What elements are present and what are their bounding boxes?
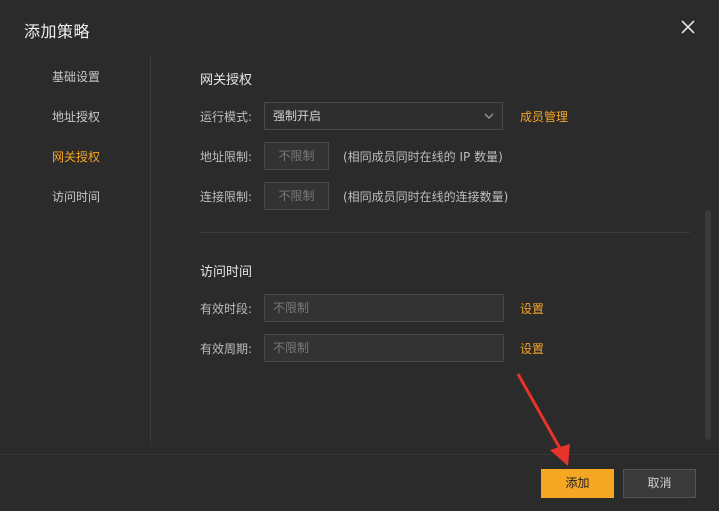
cancel-button[interactable]: 取消 [623,469,696,498]
section-divider [200,232,690,233]
add-button[interactable]: 添加 [541,469,614,498]
gateway-section-title: 网关授权 [200,73,253,88]
dialog-title: 添加策略 [24,22,91,41]
nav-item-access-time[interactable]: 访问时间 [52,188,100,205]
nav-item-address-auth[interactable]: 地址授权 [52,108,100,125]
valid-cycle-set-link[interactable]: 设置 [520,340,544,357]
add-policy-dialog: 添加策略 基础设置 地址授权 网关授权 访问时间 网关授权 运行模式: 强制开启… [0,0,719,511]
valid-cycle-input[interactable]: 不限制 [264,334,504,362]
chevron-down-icon [484,113,494,119]
run-mode-select[interactable]: 强制开启 [264,102,503,130]
valid-period-label: 有效时段: [200,302,253,316]
connection-limit-hint: (相同成员同时在线的连接数量) [343,190,509,204]
nav-item-gateway-auth[interactable]: 网关授权 [52,148,100,165]
connection-limit-input[interactable]: 不限制 [264,182,329,210]
sidebar-nav: 基础设置 地址授权 网关授权 访问时间 [0,56,151,446]
footer-divider [0,454,719,455]
address-limit-hint: (相同成员同时在线的 IP 数量) [343,150,503,164]
address-limit-label: 地址限制: [200,150,253,164]
annotation-arrow-icon [516,373,570,466]
valid-cycle-label: 有效周期: [200,342,253,356]
connection-limit-label: 连接限制: [200,190,253,204]
run-mode-label: 运行模式: [200,110,253,124]
member-management-link[interactable]: 成员管理 [520,108,568,125]
content-panel: 网关授权 运行模式: 强制开启 成员管理 地址限制: 不限制 (相同成员同时在线… [151,56,701,454]
valid-period-input[interactable]: 不限制 [264,294,504,322]
nav-item-basic-settings[interactable]: 基础设置 [52,68,100,85]
close-icon[interactable] [679,18,697,36]
scrollbar[interactable] [705,210,711,440]
access-time-section-title: 访问时间 [200,265,253,280]
address-limit-input[interactable]: 不限制 [264,142,329,170]
run-mode-value: 强制开启 [273,109,322,123]
valid-period-set-link[interactable]: 设置 [520,300,544,317]
